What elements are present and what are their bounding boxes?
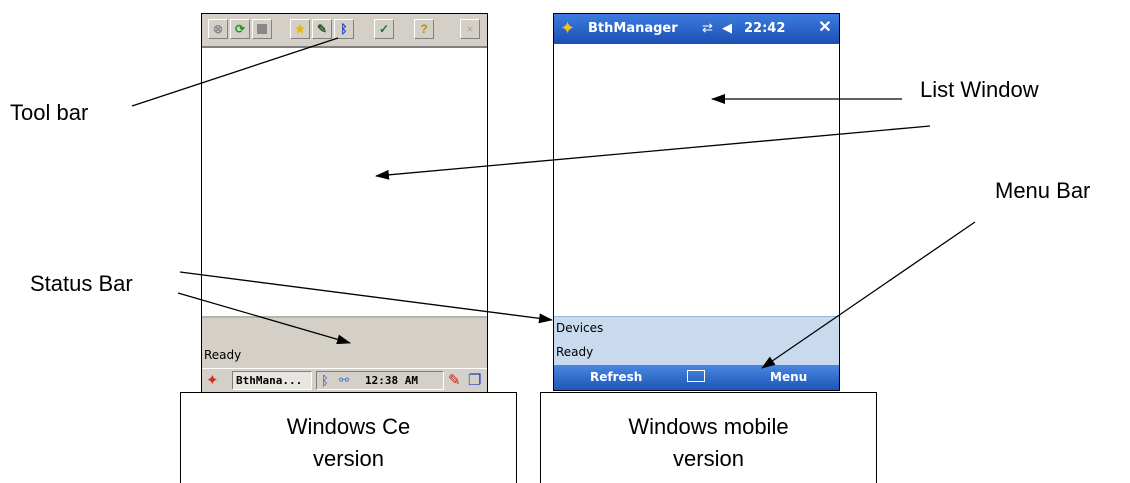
list-window-arrow-ce: [375, 125, 931, 180]
menu-bar-arrow: [761, 221, 976, 369]
tool-bar-line: [131, 37, 339, 107]
status-bar-arrow-wm: [179, 271, 553, 324]
callout-arrows: [131, 37, 976, 369]
status-bar-arrow-ce: [177, 292, 351, 345]
